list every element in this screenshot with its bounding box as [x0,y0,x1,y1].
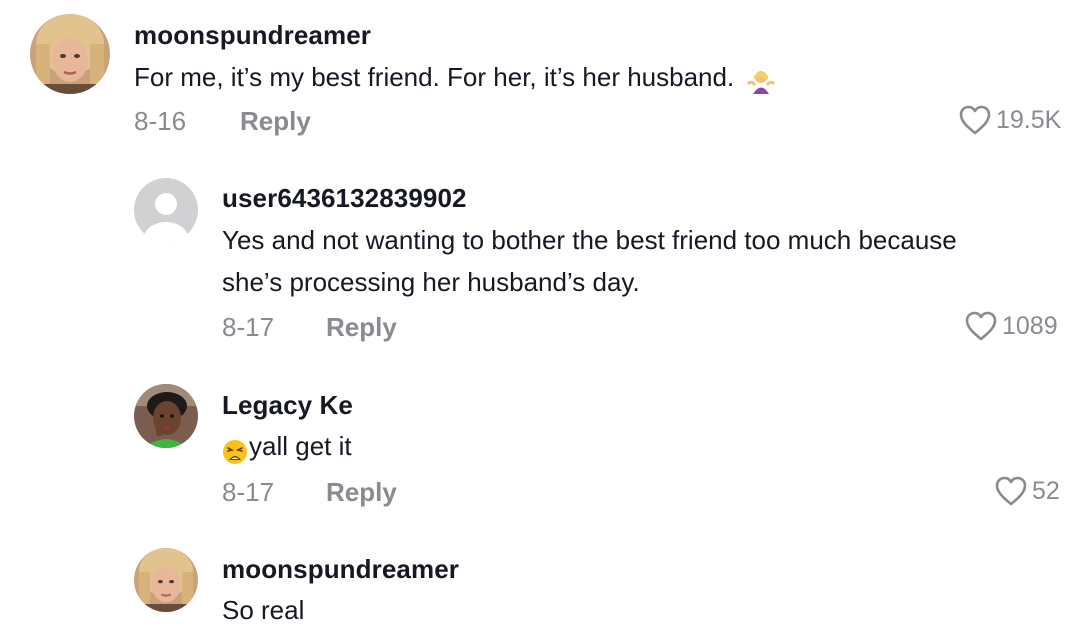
reply-button[interactable]: Reply [326,477,397,508]
username[interactable]: Legacy Ke [222,390,353,421]
avatar[interactable] [134,178,198,242]
avatar[interactable] [30,14,110,94]
weary-face-emoji-icon [222,435,248,465]
avatar[interactable] [134,548,198,612]
heart-outline-icon [965,311,997,341]
avatar[interactable] [134,384,198,448]
heart-outline-icon [995,476,1027,506]
username[interactable]: moonspundreamer [222,554,459,585]
comment-text-line: Yes and not wanting to bother the best f… [222,225,957,255]
like-count: 1089 [1002,311,1058,340]
reply-button[interactable]: Reply [326,312,397,343]
comment-text-line: she’s processing her husband’s day. [222,267,640,297]
like-button[interactable]: 19.5K [958,104,1061,136]
comment-text: For me, it’s my best friend. For her, it… [134,56,776,98]
comment-text-line: So real [222,595,305,625]
comment-text-line: yall get it [249,431,352,461]
username[interactable]: moonspundreamer [134,20,371,51]
reply-button[interactable]: Reply [240,106,311,137]
username[interactable]: user6436132839902 [222,183,467,214]
like-button[interactable]: 52 [994,475,1060,507]
heart-outline-icon [959,105,991,135]
comment-date: 8-17 [222,477,275,507]
default-user-avatar-icon [134,178,198,242]
like-button[interactable]: 1089 [964,310,1058,342]
like-count: 19.5K [996,105,1062,134]
woman-shrugging-emoji-icon [747,65,776,95]
like-count: 52 [1032,476,1060,505]
comment-text-line: For me, it’s my best friend. For her, it… [134,62,735,92]
comment-text: yall get it [222,425,352,467]
comment-date: 8-16 [134,106,187,136]
comment-date: 8-17 [222,312,275,342]
